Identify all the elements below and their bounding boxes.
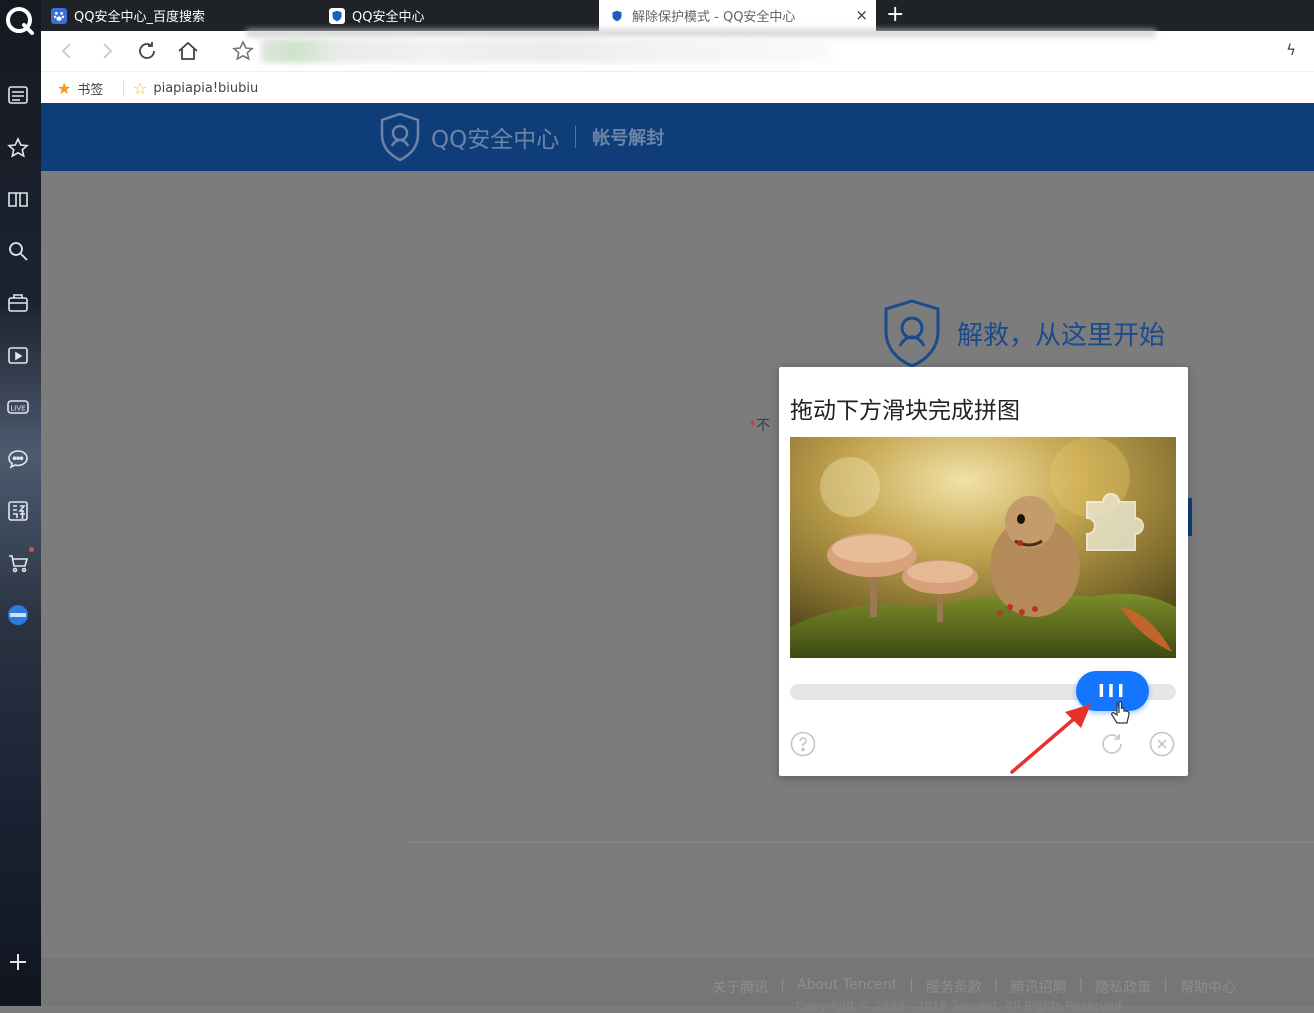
brand-name: QQ安全中心: [431, 127, 560, 153]
tab-strip: QQ安全中心_百度搜索 QQ安全中心 解除保护模式 - QQ安全中心 × +: [41, 0, 1314, 31]
close-icon[interactable]: [1149, 731, 1175, 757]
shopping-cart-icon[interactable]: [7, 552, 29, 574]
copyright: Copyright © 1998 - 2018 Tencent. All Rig…: [796, 999, 1126, 1013]
footer-link-jobs[interactable]: 腾讯招聘: [1011, 977, 1067, 997]
footer-link-terms[interactable]: 服务条款: [926, 977, 982, 997]
footer-link-about-en[interactable]: About Tencent: [797, 977, 897, 997]
divider: [409, 842, 1314, 843]
bookmark-label: 书签: [77, 83, 104, 98]
bookmark-label: piapiapia!biubiu: [153, 81, 259, 96]
toolbox-icon[interactable]: [7, 292, 29, 314]
back-icon[interactable]: [55, 39, 79, 63]
footer: 关于腾讯 | About Tencent | 服务条款 | 腾讯招聘 | 隐私政…: [41, 958, 1314, 1013]
video-icon[interactable]: [7, 344, 29, 366]
chat-icon[interactable]: [7, 448, 29, 470]
translate-icon[interactable]: [7, 500, 29, 522]
captcha-puzzle-image: [790, 437, 1176, 658]
blurred-region: [246, 29, 1156, 37]
lightning-icon[interactable]: ϟ: [1286, 41, 1296, 59]
live-icon[interactable]: LIVE: [7, 396, 29, 418]
section-title: 帐号解封: [592, 128, 665, 149]
tab-baidu-search[interactable]: QQ安全中心_百度搜索: [41, 0, 319, 31]
address-bar[interactable]: [261, 39, 831, 63]
footer-link-help[interactable]: 帮助中心: [1180, 977, 1236, 997]
star-outline-icon: ☆: [133, 79, 148, 98]
add-icon[interactable]: [7, 951, 29, 973]
search-icon[interactable]: [7, 240, 29, 262]
separator: |: [909, 977, 914, 993]
tab-qq-security[interactable]: QQ安全中心: [319, 0, 597, 31]
required-marker: *: [749, 418, 756, 434]
qq-shield-icon: [329, 7, 345, 24]
footer-link-privacy[interactable]: 隐私政策: [1095, 977, 1151, 997]
navigation-toolbar: ϟ: [41, 29, 1314, 71]
tab-title: 解除保护模式 - QQ安全中心: [632, 10, 796, 25]
app-badge-icon[interactable]: [7, 604, 29, 626]
new-tab-button[interactable]: +: [886, 2, 904, 27]
tab-title: QQ安全中心_百度搜索: [74, 10, 205, 25]
divider: [123, 81, 124, 97]
chipmunk-mushroom-photo: [790, 437, 1176, 658]
star-icon: ★: [57, 79, 72, 98]
favorites-star-icon[interactable]: [7, 137, 29, 159]
separator: |: [993, 977, 999, 993]
book-reader-icon[interactable]: [7, 188, 29, 210]
separator: |: [1163, 977, 1168, 993]
tab-unprotect-mode[interactable]: 解除保护模式 - QQ安全中心 ×: [599, 0, 876, 31]
svg-text:LIVE: LIVE: [10, 405, 25, 413]
divider: [575, 126, 577, 148]
site-header: QQ安全中心 帐号解封: [41, 103, 1314, 171]
separator: |: [1078, 977, 1084, 993]
hand-cursor-icon: [1111, 700, 1130, 724]
bookmarks-bar: ★ 书签 ☆ piapiapia!biubiu: [41, 71, 1314, 103]
bookmark-star-icon[interactable]: [231, 39, 255, 63]
footer-links: 关于腾讯 | About Tencent | 服务条款 | 腾讯招聘 | 隐私政…: [712, 977, 1236, 997]
qq-shield-logo-icon: [380, 112, 420, 162]
hero-text: 解救，从这里开始: [957, 320, 1166, 351]
form-label-text: 不: [756, 418, 770, 434]
close-tab-icon[interactable]: ×: [855, 6, 868, 24]
help-icon[interactable]: [790, 731, 816, 757]
form-label: *不: [749, 415, 770, 435]
qq-shield-logo-icon: [884, 299, 940, 368]
tab-title: QQ安全中心: [352, 10, 425, 25]
bookmark-item[interactable]: ☆ piapiapia!biubiu: [133, 79, 258, 98]
brand[interactable]: QQ安全中心 帐号解封: [379, 112, 664, 162]
qq-shield-icon: [609, 8, 625, 24]
reload-icon[interactable]: [135, 39, 159, 63]
notification-dot: [29, 547, 34, 552]
news-icon[interactable]: [7, 84, 29, 106]
bookmark-folder[interactable]: ★ 书签: [57, 79, 103, 98]
separator: |: [780, 977, 785, 993]
home-icon[interactable]: [176, 39, 200, 63]
hero-heading: 解救，从这里开始: [881, 298, 1165, 368]
annotation-arrow-icon: [1010, 704, 1091, 774]
left-sidebar: LIVE: [0, 0, 41, 1006]
footer-link-about[interactable]: 关于腾讯: [712, 977, 768, 997]
forward-icon[interactable]: [95, 39, 119, 63]
baidu-paw-icon: [51, 7, 67, 24]
captcha-title: 拖动下方滑块完成拼图: [790, 398, 1020, 424]
qq-browser-logo-icon[interactable]: [5, 6, 35, 36]
